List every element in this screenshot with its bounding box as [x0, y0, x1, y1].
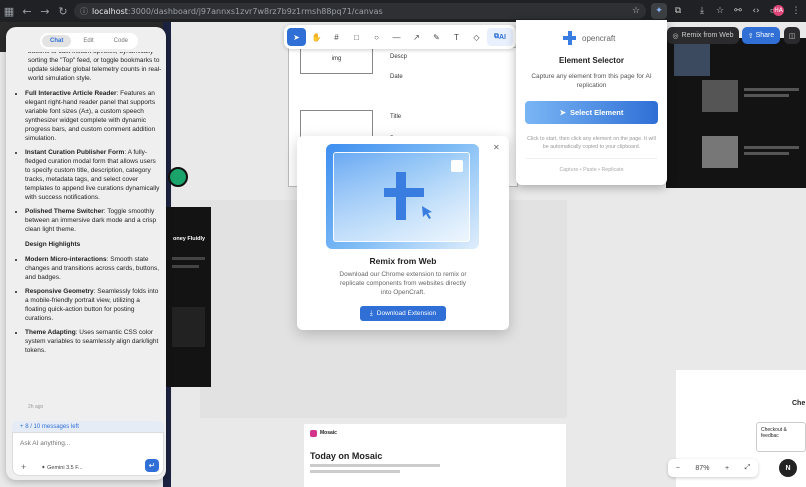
modal-description: Download our Chrome extension to remix o… [339, 271, 467, 296]
download-icon: ⤓ [369, 309, 373, 317]
opencraft-logo-icon [384, 160, 463, 220]
help-button[interactable]: N [779, 459, 797, 477]
bookmark-icon[interactable]: ☆ [712, 3, 728, 19]
frame-tool-icon[interactable]: # [327, 28, 346, 46]
list-item: Modern Micro-interactions: Smooth state … [25, 255, 162, 282]
rectangle-tool-icon[interactable]: □ [347, 28, 366, 46]
highlights-list: Modern Micro-interactions: Smooth state … [14, 255, 162, 355]
ai-tool-button[interactable]: ⧉ AI [487, 28, 513, 46]
select-element-button[interactable]: ➤ Select Element [525, 101, 658, 124]
forward-icon[interactable]: → [36, 5, 54, 18]
element-selector-popover: opencraft Element Selector Capture any e… [516, 20, 667, 185]
remix-from-web-modal: ✕ Remix from Web Download our Chrome ext… [297, 136, 509, 330]
opencraft-logo-icon [563, 31, 576, 45]
plus-icon: + [20, 424, 24, 430]
list-item: Full Interactive Article Reader: Feature… [25, 89, 162, 143]
assistant-message: bookmarking, Users can click the thumbs-… [14, 52, 162, 418]
mosaic-frame[interactable]: Mosaic Today on Mosaic [304, 424, 566, 487]
eraser-tool-icon[interactable]: ◇ [467, 28, 486, 46]
tab-edit[interactable]: Edit [75, 35, 101, 47]
close-icon[interactable]: ✕ [493, 143, 500, 152]
wireframe-title: Title [390, 114, 402, 120]
globe-icon: ◎ [672, 32, 679, 40]
list-item: Polished Theme Switcher: Toggle smoothly… [25, 207, 162, 234]
fit-screen-icon[interactable]: ⤢ [745, 464, 751, 472]
dark-news-frame[interactable] [666, 38, 806, 188]
feature-list: Full Interactive Article Reader: Feature… [14, 89, 162, 234]
extension-hero-image [326, 144, 479, 249]
tab-strip-icon[interactable]: ▦ [0, 5, 18, 18]
list-item: Responsive Geometry: Seamlessly folds in… [25, 287, 162, 323]
zoom-level: 87% [695, 464, 710, 472]
divider [526, 158, 657, 159]
download-extension-button[interactable]: ⤓ Download Extension [360, 306, 446, 321]
ellipse-tool-icon[interactable]: ○ [367, 28, 386, 46]
opencraft-brand: opencraft [562, 30, 615, 46]
link-icon[interactable]: ⚯ [730, 3, 746, 19]
message-intro: bookmarking, Users can click the thumbs-… [28, 52, 162, 82]
download-icon[interactable]: ⤓ [694, 3, 710, 19]
address-bar[interactable]: ⓘ localhost:3000/dashboard/j97annxs1zvr7… [74, 3, 646, 19]
popover-hint: Click to start, then click any element o… [527, 136, 656, 150]
site-info-icon[interactable]: ⓘ [80, 6, 88, 17]
canvas-green-dot [168, 167, 188, 187]
extensions-icon[interactable]: ⧉ [670, 3, 686, 19]
mosaic-heading: Today on Mosaic [310, 451, 383, 461]
url-host: localhost [92, 6, 128, 16]
code-icon[interactable]: ‹› [748, 3, 764, 19]
bookmark-star-icon[interactable]: ☆ [628, 3, 644, 19]
select-tool-icon[interactable]: ➤ [287, 28, 306, 46]
chat-input[interactable] [20, 440, 150, 447]
reload-icon[interactable]: ↻ [54, 5, 72, 18]
checkout-card: Checkout & feedbac [756, 422, 806, 452]
mosaic-brand: Mosaic [320, 430, 337, 436]
pen-tool-icon[interactable]: ✎ [427, 28, 446, 46]
modal-title: Remix from Web [369, 256, 437, 266]
popover-title: Element Selector [559, 56, 624, 65]
send-button[interactable]: ↵ [145, 459, 159, 472]
attach-icon[interactable]: + [21, 462, 26, 472]
list-item: Instant Curation Publisher Form: A fully… [25, 148, 162, 202]
list-item: Theme Adapting: Uses semantic CSS color … [25, 328, 162, 355]
checkout-partial-heading: Che [792, 400, 806, 407]
popover-description: Capture any element from this page for A… [531, 73, 652, 89]
dark-landing-frame[interactable]: oney Fluidly [166, 207, 211, 387]
share-button[interactable]: ⇪ Share [742, 27, 780, 44]
zoom-in-icon[interactable]: + [725, 465, 729, 472]
url-path: :3000/dashboard/j97annxs1zvr7w8rz7b9z1rm… [127, 6, 383, 16]
tab-code[interactable]: Code [106, 35, 136, 47]
highlights-heading: Design Highlights [25, 241, 81, 248]
popover-footer: Capture • Paste • Replicate [559, 167, 624, 173]
zoom-control: − 87% + ⤢ [668, 459, 758, 477]
canvas-toolbar: ➤ ✋ # □ ○ — ↗ ✎ T ◇ ⧉ AI [284, 25, 516, 49]
chat-mode-tabs: Chat Edit Code [40, 33, 138, 49]
share-icon: ⇪ [747, 32, 754, 40]
dark-frame-heading: oney Fluidly [173, 236, 206, 242]
text-tool-icon[interactable]: T [447, 28, 466, 46]
zoom-out-icon[interactable]: − [676, 465, 680, 472]
panel-toggle-icon[interactable]: ◫ [784, 27, 800, 44]
opencraft-extension-icon[interactable]: ✦ [651, 3, 667, 19]
model-selector[interactable]: ✦ Gemini 3.5 F... [41, 465, 83, 471]
remix-from-web-button[interactable]: ◎ Remix from Web [667, 27, 739, 44]
message-timestamp: 2h ago [28, 404, 44, 410]
chat-composer: + ✦ Gemini 3.5 F... ↵ [12, 432, 164, 476]
wireframe-date: Date [390, 74, 403, 80]
menu-icon[interactable]: ⋮ [788, 3, 804, 19]
cursor-icon: ➤ [559, 108, 566, 117]
ai-chat-panel: Chat Edit Code bookmarking, Users can cl… [6, 27, 166, 480]
line-tool-icon[interactable]: — [387, 28, 406, 46]
tab-chat[interactable]: Chat [42, 35, 72, 47]
profile-avatar[interactable]: HA [773, 5, 784, 16]
wireframe-desc: Descp [390, 54, 408, 60]
hand-tool-icon[interactable]: ✋ [307, 28, 326, 46]
arrow-tool-icon[interactable]: ↗ [407, 28, 426, 46]
back-icon[interactable]: ← [18, 5, 36, 18]
